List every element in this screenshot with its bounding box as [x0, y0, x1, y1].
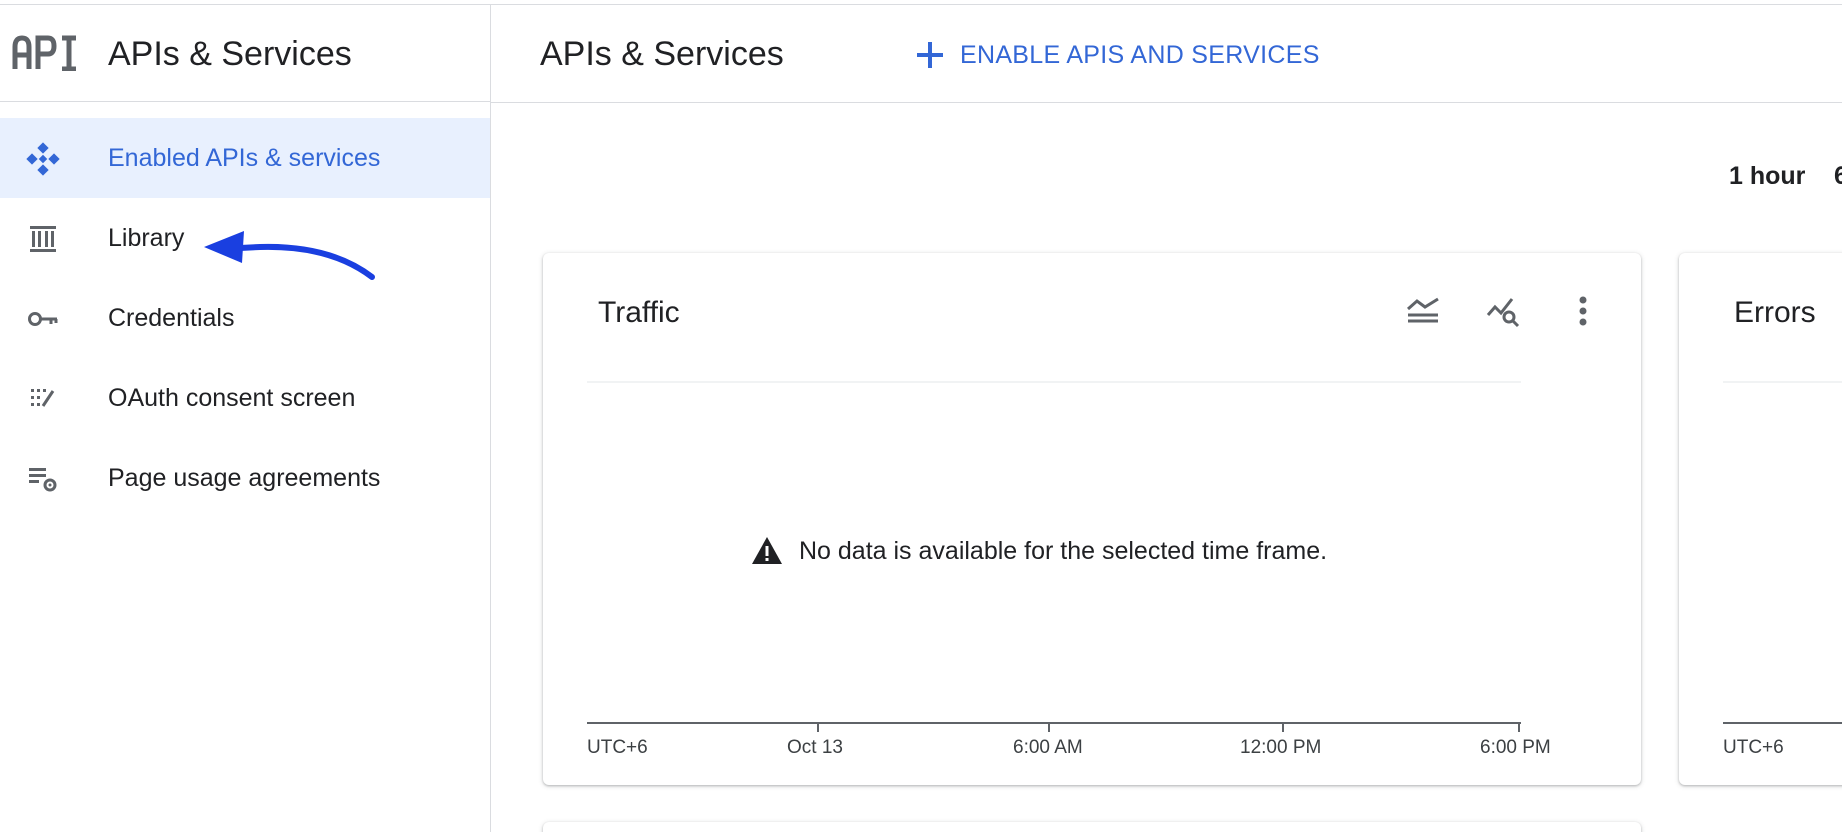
- key-icon: [28, 312, 58, 326]
- plus-icon: [917, 42, 943, 68]
- card-toolbar: [1405, 293, 1601, 329]
- x-axis-line: [1723, 722, 1842, 724]
- api-diamond-icon: [26, 142, 60, 176]
- oauth-consent-icon: [31, 389, 55, 407]
- empty-state-message: No data is available for the selected ti…: [799, 536, 1328, 565]
- x-axis-label: Oct 13: [787, 737, 843, 758]
- sidebar-item-credentials[interactable]: Credentials: [0, 278, 490, 358]
- sidebar-item-library[interactable]: Library: [0, 198, 490, 278]
- sidebar-item-enabled-apis[interactable]: Enabled APIs & services: [0, 118, 490, 198]
- card-divider: [1723, 381, 1842, 383]
- sidebar-item-label: Library: [108, 224, 185, 252]
- sidebar-item-page-usage[interactable]: Page usage agreements: [0, 438, 490, 518]
- x-axis-tick: [1282, 722, 1284, 732]
- sidebar-item-label: Enabled APIs & services: [108, 144, 381, 172]
- card-title: Traffic: [598, 296, 680, 329]
- sidebar-item-label: Page usage agreements: [108, 464, 381, 492]
- x-axis-tick: [817, 722, 819, 732]
- warning-icon: [752, 537, 782, 564]
- traffic-card: Traffic No data is available for the sel…: [543, 253, 1641, 785]
- sidebar-nav: Enabled APIs & services Library Credenti…: [0, 118, 490, 518]
- legend-lines-icon[interactable]: [1405, 293, 1441, 329]
- x-axis-label: UTC+6: [1723, 737, 1784, 758]
- enable-apis-label: ENABLE APIS AND SERVICES: [960, 40, 1320, 69]
- x-axis-label: UTC+6: [587, 737, 648, 758]
- sidebar-brand: APIs & Services: [0, 5, 490, 102]
- page-header: APIs & Services ENABLE APIS AND SERVICES: [491, 5, 1842, 103]
- x-axis-label: 12:00 PM: [1240, 737, 1322, 758]
- sidebar-item-label: OAuth consent screen: [108, 384, 356, 412]
- library-icon: [30, 226, 56, 252]
- sidebar: APIs & Services Enabled APIs & services: [0, 5, 491, 832]
- card-divider: [587, 381, 1521, 383]
- next-card: [543, 822, 1641, 832]
- settings-list-icon: [29, 468, 57, 492]
- x-axis-tick: [1048, 722, 1050, 732]
- time-range-next-option[interactable]: 6: [1834, 162, 1842, 191]
- sidebar-item-label: Credentials: [108, 304, 235, 332]
- time-range-1-hour[interactable]: 1 hour: [1729, 162, 1805, 191]
- x-axis-tick: [1518, 722, 1520, 732]
- explore-chart-icon[interactable]: [1485, 293, 1521, 329]
- card-title: Errors: [1734, 296, 1816, 329]
- errors-card: Errors UTC+6: [1679, 253, 1842, 785]
- sidebar-item-oauth[interactable]: OAuth consent screen: [0, 358, 490, 438]
- sidebar-title: APIs & Services: [108, 35, 352, 73]
- enable-apis-button[interactable]: ENABLE APIS AND SERVICES: [914, 33, 1320, 77]
- x-axis-line: [587, 722, 1521, 724]
- x-axis-label: 6:00 PM: [1480, 737, 1551, 758]
- empty-state: No data is available for the selected ti…: [751, 535, 1327, 567]
- api-logo-icon: [12, 35, 76, 71]
- more-vert-icon[interactable]: [1565, 293, 1601, 329]
- x-axis-label: 6:00 AM: [1013, 737, 1083, 758]
- page-title: APIs & Services: [540, 35, 784, 73]
